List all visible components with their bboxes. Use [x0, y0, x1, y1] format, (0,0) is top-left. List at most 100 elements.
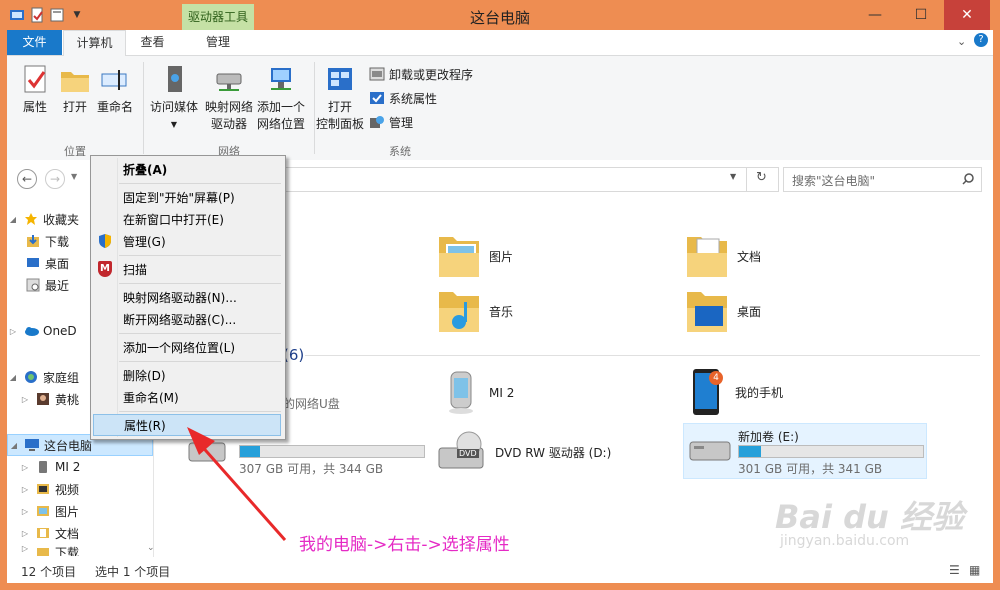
drive-e-usage-bar	[738, 445, 924, 458]
forward-button[interactable]: →	[45, 169, 65, 189]
maximize-button[interactable]: ☐	[898, 0, 944, 30]
menu-label: 断开网络驱动器(C)...	[123, 312, 237, 327]
expand-arrow-icon[interactable]: ◢	[7, 373, 19, 382]
menu-separator	[119, 361, 281, 362]
menu-item-disconnect-network-drive[interactable]: 断开网络驱动器(C)...	[93, 308, 281, 330]
menu-separator	[119, 333, 281, 334]
details-view-icon[interactable]: ☰	[949, 563, 960, 577]
refresh-icon[interactable]: ↻	[756, 170, 767, 185]
open-ribbon-button[interactable]: 打开	[57, 64, 93, 116]
minimize-button[interactable]: —	[852, 0, 898, 30]
add-network-location-button[interactable]: 添加一个 网络位置	[255, 64, 307, 133]
window-title: 这台电脑	[469, 9, 530, 27]
usb-description: 的网络U盘	[283, 397, 340, 411]
device-item-drive-e[interactable]: 新加卷 (E:) 301 GB 可用，共 341 GB	[683, 423, 927, 479]
chevron-down-icon[interactable]: ⌄	[957, 35, 966, 48]
back-button[interactable]: ←	[17, 169, 37, 189]
star-icon	[23, 211, 39, 227]
manage-label: 管理	[389, 115, 414, 130]
manage-icon	[370, 116, 384, 128]
address-bar[interactable]: ▼ ↻	[277, 167, 779, 192]
scroll-down-icon[interactable]: ⌄	[147, 543, 155, 553]
downloads-icon	[35, 544, 51, 556]
devices-group-count: (6)	[283, 346, 305, 364]
context-menu: 折叠(A) 固定到"开始"屏幕(P) 在新窗口中打开(E) 管理(G) M 扫描 …	[90, 155, 286, 440]
open-label: 打开	[62, 100, 87, 114]
map-network-drive-button[interactable]: 映射网络 驱动器	[203, 64, 255, 133]
media-server-icon	[168, 66, 182, 92]
device-item-mi2[interactable]: MI 2	[441, 370, 514, 416]
rename-ribbon-button[interactable]: 重命名	[95, 64, 135, 116]
properties-label: 属性	[22, 100, 47, 114]
folder-item-documents[interactable]: 文档	[685, 233, 761, 279]
uninstall-program-button[interactable]: 卸载或更改程序	[369, 62, 473, 86]
menu-item-add-network-location[interactable]: 添加一个网络位置(L)	[93, 336, 281, 358]
search-input[interactable]: 搜索"这台电脑"	[783, 167, 982, 192]
cloud-icon	[23, 323, 39, 339]
manage-button[interactable]: 管理	[369, 110, 473, 134]
open-control-panel-button[interactable]: 打开 控制面板	[315, 64, 365, 133]
tab-manage[interactable]: 管理	[182, 30, 254, 55]
my-phone-icon: 4	[691, 367, 727, 417]
menu-separator	[119, 411, 281, 412]
tree-label: 文档	[55, 526, 80, 541]
menu-label: 扫描	[123, 262, 148, 277]
tree-item-documents[interactable]: ▷ 文档	[7, 522, 143, 544]
network-location-icon	[271, 68, 291, 90]
open-cp-label-1: 打开	[327, 100, 352, 114]
map-drive-label-1: 映射网络	[204, 100, 253, 114]
tree-item-mi2[interactable]: ▷ MI 2	[7, 456, 143, 478]
collapse-arrow-icon[interactable]: ▷	[7, 327, 19, 336]
tree-label: 这台电脑	[44, 438, 93, 453]
folder-item-pictures[interactable]: 图片	[437, 233, 513, 279]
collapse-arrow-icon[interactable]: ▷	[19, 463, 31, 472]
close-button[interactable]: ✕	[944, 0, 990, 30]
access-media-button[interactable]: 访问媒体 ▼	[149, 64, 199, 133]
tree-item-downloads-2[interactable]: ▷ 下载	[7, 544, 143, 556]
menu-item-map-network-drive[interactable]: 映射网络驱动器(N)...	[93, 286, 281, 308]
tree-item-videos[interactable]: ▷ 视频	[7, 478, 143, 500]
tab-file[interactable]: 文件	[7, 30, 62, 55]
folder-item-music[interactable]: 音乐	[437, 288, 513, 334]
tree-label: 桌面	[45, 256, 70, 271]
menu-label: 折叠(A)	[123, 162, 168, 177]
expand-arrow-icon[interactable]: ◢	[7, 215, 19, 224]
system-properties-button[interactable]: 系统属性	[369, 86, 473, 110]
device-item-dvd-drive[interactable]: DVD DVD RW 驱动器 (D:)	[437, 430, 611, 474]
folder-item-desktop[interactable]: 桌面	[685, 288, 761, 334]
menu-item-scan[interactable]: M 扫描	[93, 258, 281, 280]
collapse-arrow-icon[interactable]: ▷	[19, 395, 31, 404]
tree-label: 家庭组	[43, 370, 80, 385]
chevron-down-icon[interactable]: ▼	[730, 172, 736, 181]
collapse-arrow-icon[interactable]: ▷	[19, 529, 31, 538]
search-icon[interactable]	[962, 173, 974, 185]
annotation-text: 我的电脑->右击->选择属性	[299, 535, 510, 555]
menu-label: 管理(G)	[123, 234, 166, 249]
rename-icon	[101, 70, 127, 90]
tree-label: 图片	[55, 504, 80, 519]
videos-icon	[35, 481, 51, 497]
expand-arrow-icon[interactable]: ◢	[8, 441, 20, 450]
properties-ribbon-button[interactable]: 属性	[17, 64, 53, 116]
collapse-arrow-icon[interactable]: ▷	[19, 485, 31, 494]
documents-folder-icon	[687, 237, 727, 277]
tab-view[interactable]: 查看	[125, 30, 180, 55]
menu-item-delete[interactable]: 删除(D)	[93, 364, 281, 386]
tree-item-pictures[interactable]: ▷ 图片	[7, 500, 143, 522]
collapse-arrow-icon[interactable]: ▷	[19, 544, 31, 553]
collapse-arrow-icon[interactable]: ▷	[19, 507, 31, 516]
tiles-view-icon[interactable]: ▦	[969, 563, 980, 577]
recent-locations-dropdown[interactable]: ▼	[71, 172, 77, 181]
ribbon: 属性 打开 重命名 位置 访问媒体 ▼ 映射网络 驱动器 添加一个 网络位置 网…	[7, 56, 993, 161]
device-item-my-phone[interactable]: 4 我的手机	[691, 367, 783, 417]
watermark-url: jingyan.baidu.com	[780, 533, 910, 549]
menu-item-pin-start[interactable]: 固定到"开始"屏幕(P)	[93, 186, 281, 208]
tab-computer[interactable]: 计算机	[63, 30, 126, 56]
menu-item-manage[interactable]: 管理(G)	[93, 230, 281, 252]
ribbon-tabs: 文件 计算机 查看 管理 ⌄ ?	[7, 30, 993, 56]
device-label: MI 2	[489, 386, 515, 400]
menu-item-rename[interactable]: 重命名(M)	[93, 386, 281, 408]
menu-item-open-new-window[interactable]: 在新窗口中打开(E)	[93, 208, 281, 230]
menu-item-collapse[interactable]: 折叠(A)	[93, 158, 281, 180]
help-icon[interactable]: ?	[974, 33, 988, 47]
